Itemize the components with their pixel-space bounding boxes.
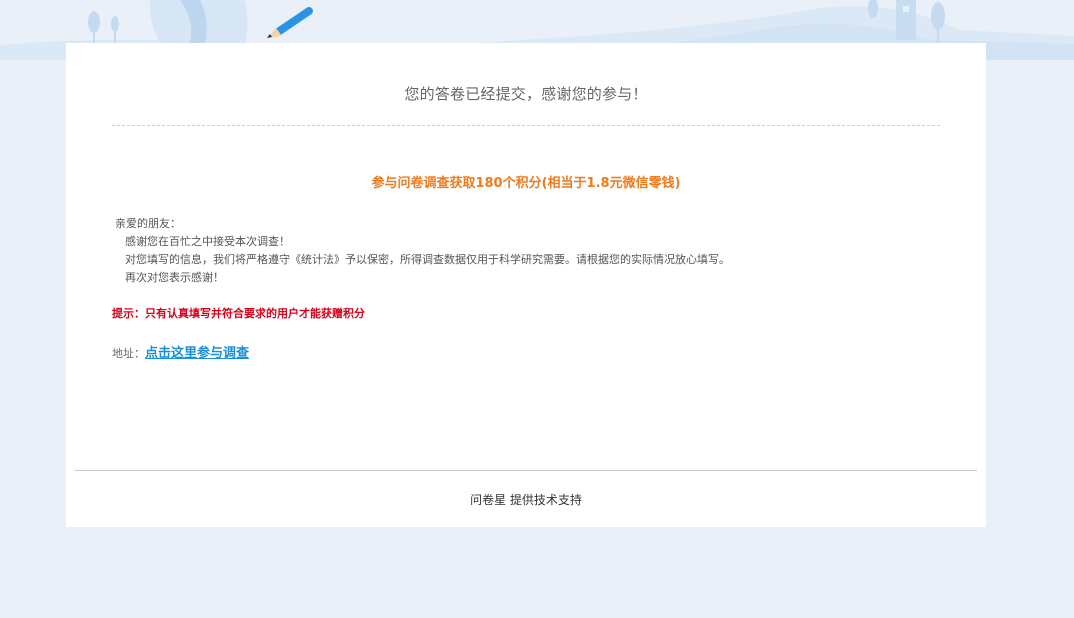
letter-line: 对您填写的信息，我们将严格遵守《统计法》予以保密，所得调查数据仅用于科学研究需要… (125, 253, 730, 266)
points-promo: 参与问卷调查获取180个积分(相当于1.8元微信零钱) (371, 176, 681, 191)
divider (112, 125, 940, 126)
footer-divider (75, 470, 977, 471)
letter-greeting: 亲爱的朋友： (115, 217, 181, 230)
points-hint: 提示：只有认真填写并符合要求的用户才能获赠积分 (112, 307, 365, 320)
tree-icon (88, 11, 119, 43)
pencil-icon (267, 7, 313, 38)
thank-you-letter: 亲爱的朋友： 感谢您在百忙之中接受本次调查！ 对您填写的信息，我们将严格遵守《统… (115, 215, 730, 287)
footer: 问卷星 提供技术支持 (66, 491, 986, 508)
join-survey-link[interactable]: 点击这里参与调查 (145, 346, 249, 361)
page-title: 您的答卷已经提交，感谢您的参与！ (404, 85, 648, 103)
letter-line: 再次对您表示感谢！ (125, 271, 224, 284)
result-card: 您的答卷已经提交，感谢您的参与！ 参与问卷调查获取180个积分(相当于1.8元微… (66, 43, 986, 527)
footer-brand-link[interactable]: 问卷星 (470, 493, 506, 507)
address-label: 地址： (112, 347, 145, 360)
letter-line: 感谢您在百忙之中接受本次调查！ (125, 235, 290, 248)
footer-text: 提供技术支持 (506, 493, 582, 507)
survey-address: 地址：点击这里参与调查 (112, 342, 249, 361)
